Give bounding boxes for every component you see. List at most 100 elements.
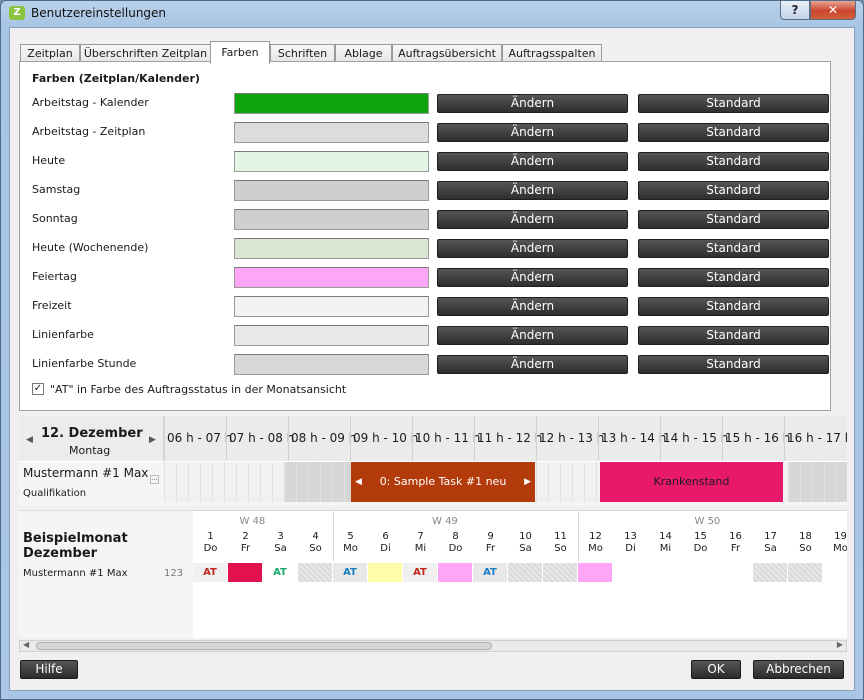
month-day-cell[interactable]: AT [403,563,437,582]
ok-button[interactable]: OK [691,660,741,679]
default-color-button[interactable]: Standard [638,210,829,229]
time-slot[interactable] [824,462,836,502]
time-slot[interactable] [536,462,548,502]
time-slot[interactable] [584,462,596,502]
month-day-cell[interactable] [578,563,612,582]
color-swatch[interactable] [234,151,429,172]
time-slot[interactable] [836,462,847,502]
month-day-cell[interactable] [368,563,402,582]
time-slot[interactable] [212,462,224,502]
color-row: Arbeitstag - Zeitplan Ändern Standard [20,121,832,145]
time-slot[interactable] [272,462,284,502]
time-slot[interactable] [248,462,260,502]
time-slot[interactable] [164,462,176,502]
time-slot[interactable] [812,462,824,502]
change-color-button[interactable]: Ändern [437,123,628,142]
color-row: Feiertag Ändern Standard [20,266,832,290]
time-slot[interactable] [236,462,248,502]
color-swatch[interactable] [234,238,429,259]
at-status-checkbox[interactable]: ✓ [32,383,44,395]
month-day-cell[interactable] [683,563,717,582]
help-window-button[interactable]: ? [780,1,810,20]
month-day-cell[interactable] [508,563,542,582]
day-weekday: Fr [240,543,251,554]
month-resource-name: Mustermann #1 Max [23,568,128,579]
month-day-cell[interactable] [438,563,472,582]
day-weekday: So [309,543,322,554]
default-color-button[interactable]: Standard [638,152,829,171]
time-slot[interactable] [800,462,812,502]
color-swatch[interactable] [234,354,429,375]
help-button[interactable]: Hilfe [20,660,78,679]
cancel-button[interactable]: Abbrechen [753,660,844,679]
month-day-cell[interactable] [648,563,682,582]
default-color-button[interactable]: Standard [638,268,829,287]
time-slot[interactable] [224,462,236,502]
color-swatch[interactable] [234,325,429,346]
change-color-button[interactable]: Ändern [437,326,628,345]
default-color-button[interactable]: Standard [638,94,829,113]
default-color-button[interactable]: Standard [638,326,829,345]
close-window-button[interactable]: ✕ [810,1,856,20]
default-color-button[interactable]: Standard [638,355,829,374]
time-slot[interactable] [308,462,320,502]
tab-farben[interactable]: Farben [210,41,270,64]
change-color-button[interactable]: Ändern [437,94,628,113]
change-color-button[interactable]: Ändern [437,152,628,171]
month-day-cell[interactable] [228,563,262,582]
default-color-button[interactable]: Standard [638,239,829,258]
month-day-cell[interactable] [823,563,847,582]
time-slot[interactable] [332,462,344,502]
scroll-right-icon[interactable]: ▶ [837,640,843,649]
month-day-cell[interactable] [788,563,822,582]
color-swatch[interactable] [234,180,429,201]
month-day-cell[interactable] [718,563,752,582]
default-color-button[interactable]: Standard [638,181,829,200]
task-bar-sample[interactable]: ◀ 0: Sample Task #1 neu ▶ [351,462,535,502]
change-color-button[interactable]: Ändern [437,355,628,374]
color-swatch[interactable] [234,209,429,230]
day-weekday: Mo [588,543,603,554]
change-color-button[interactable]: Ändern [437,181,628,200]
time-slot[interactable] [260,462,272,502]
hour-column-header: 10 h - 11 h [412,416,480,461]
horizontal-scrollbar[interactable]: ◀ ▶ [19,640,847,652]
month-day-cell[interactable] [613,563,647,582]
time-slot[interactable] [176,462,188,502]
month-day-cell[interactable] [298,563,332,582]
settings-window: Z Benutzereinstellungen ? ✕ Zeitplan Übe… [0,0,864,700]
month-day-cell[interactable] [753,563,787,582]
month-day-cell[interactable]: AT [333,563,367,582]
time-slot[interactable] [560,462,572,502]
time-slot[interactable] [788,462,800,502]
next-day-arrow-icon[interactable]: ▶ [149,435,156,445]
time-slot[interactable] [188,462,200,502]
day-column-header: 15 Do [683,531,718,555]
change-color-button[interactable]: Ändern [437,210,628,229]
day-column-header: 18 So [788,531,823,555]
prev-day-arrow-icon[interactable]: ◀ [26,435,33,445]
month-day-cell[interactable] [543,563,577,582]
task-bar-krankenstand[interactable]: Krankenstand [600,462,783,502]
change-color-button[interactable]: Ändern [437,239,628,258]
time-slot[interactable] [548,462,560,502]
default-color-button[interactable]: Standard [638,123,829,142]
month-day-cell[interactable]: AT [473,563,507,582]
scrollbar-thumb[interactable] [36,642,492,650]
default-color-button[interactable]: Standard [638,297,829,316]
time-slot[interactable] [200,462,212,502]
month-day-cell[interactable]: AT [263,563,297,582]
color-swatch[interactable] [234,93,429,114]
change-color-button[interactable]: Ändern [437,297,628,316]
time-slot[interactable] [296,462,308,502]
time-slot[interactable] [320,462,332,502]
color-swatch[interactable] [234,122,429,143]
resource-more-icon[interactable]: ... [150,475,159,484]
time-slot[interactable] [572,462,584,502]
month-day-cell[interactable]: AT [193,563,227,582]
time-slot[interactable] [284,462,296,502]
scroll-left-icon[interactable]: ◀ [23,640,29,649]
change-color-button[interactable]: Ändern [437,268,628,287]
color-swatch[interactable] [234,267,429,288]
color-swatch[interactable] [234,296,429,317]
